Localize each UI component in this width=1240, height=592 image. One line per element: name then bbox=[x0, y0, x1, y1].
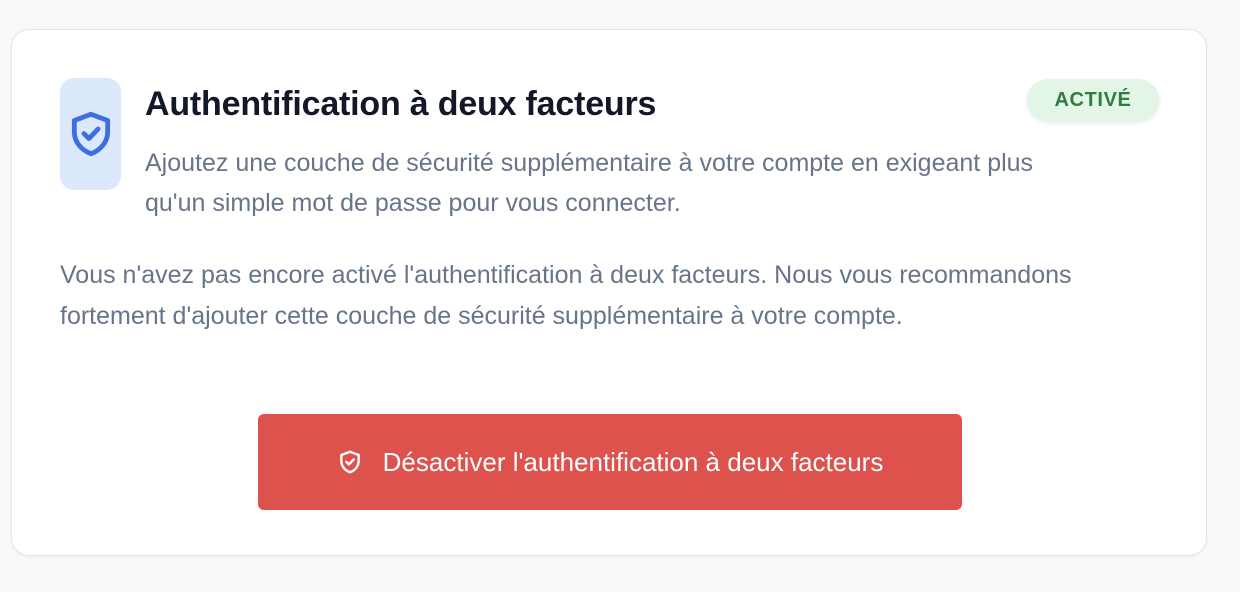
status-badge: ACTIVÉ bbox=[1027, 79, 1159, 121]
shield-check-icon bbox=[71, 111, 110, 157]
shield-icon-tile bbox=[60, 78, 121, 190]
disable-two-factor-button-label: Désactiver l'authentification à deux fac… bbox=[382, 446, 884, 477]
shield-check-icon bbox=[339, 450, 360, 474]
card-description: Vous n'avez pas encore activé l'authenti… bbox=[60, 261, 1072, 330]
disable-two-factor-button[interactable]: Désactiver l'authentification à deux fac… bbox=[258, 414, 962, 510]
card-subtitle: Ajoutez une couche de sécurité supplémen… bbox=[145, 149, 1034, 217]
card-title: Authentification à deux facteurs bbox=[145, 85, 657, 123]
two-factor-card: Authentification à deux facteurs Ajoutez… bbox=[11, 29, 1207, 556]
